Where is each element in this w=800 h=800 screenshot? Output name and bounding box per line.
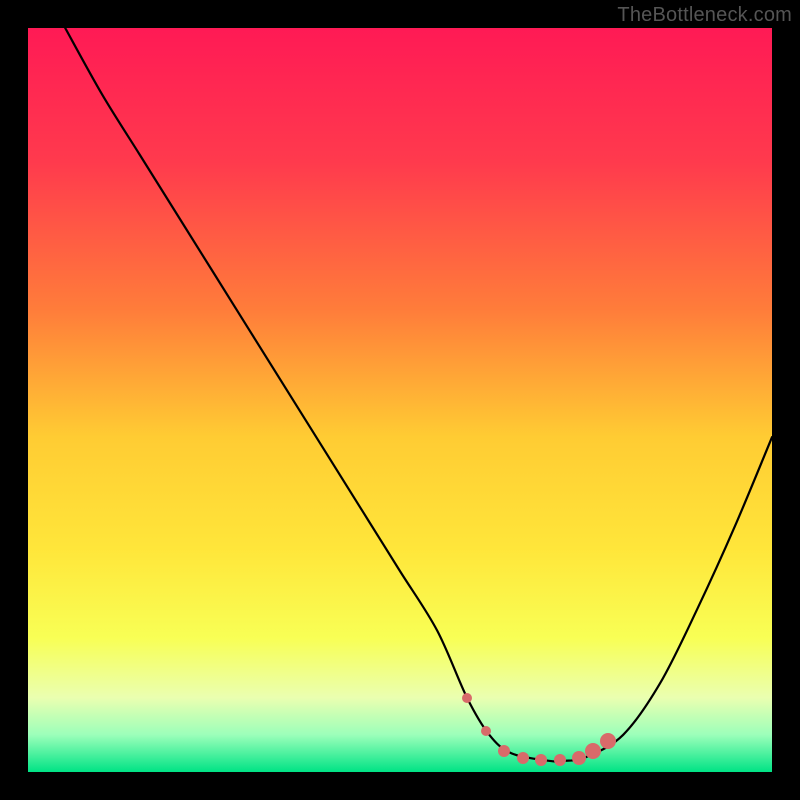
optimal-marker	[600, 733, 616, 749]
optimal-marker	[535, 754, 547, 766]
marker-layer	[28, 28, 772, 772]
plot-area	[28, 28, 772, 772]
optimal-marker	[517, 752, 529, 764]
optimal-marker	[572, 751, 586, 765]
watermark-text: TheBottleneck.com	[617, 4, 792, 27]
optimal-marker	[481, 726, 491, 736]
optimal-marker	[462, 693, 472, 703]
optimal-marker	[554, 754, 566, 766]
optimal-marker	[498, 745, 510, 757]
optimal-marker	[585, 743, 601, 759]
